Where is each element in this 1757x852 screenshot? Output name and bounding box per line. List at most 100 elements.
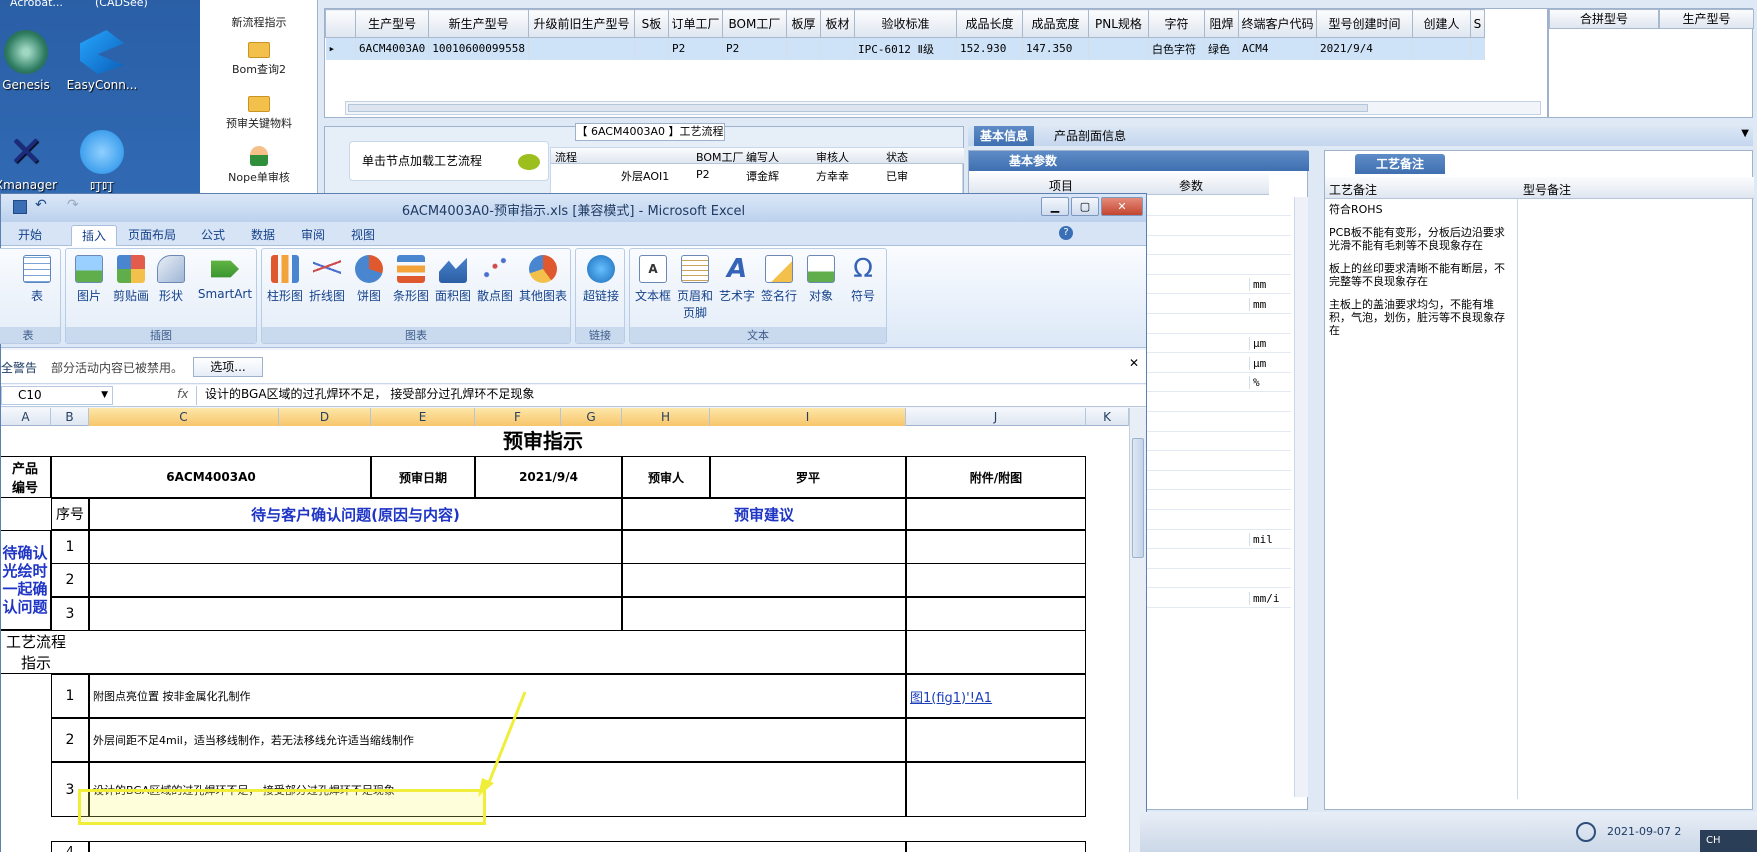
column-header[interactable]: 创建人 <box>1411 9 1471 38</box>
column-header[interactable]: BOM工厂 <box>721 9 787 38</box>
column-header[interactable]: 合拼型号 <box>1549 9 1659 29</box>
column-header[interactable]: 升级前旧生产型号 <box>527 9 635 38</box>
column-header[interactable]: 审核人 <box>816 149 849 165</box>
tab-3[interactable]: 公式 <box>191 225 235 246</box>
vertical-scrollbar[interactable] <box>1129 408 1146 852</box>
table-cell[interactable] <box>820 37 855 60</box>
column-header-d[interactable]: D <box>279 408 371 426</box>
launcher-item-nope-review[interactable]: Nope单审核 <box>200 146 318 185</box>
table-cell[interactable] <box>634 37 669 60</box>
column-header-j[interactable]: J <box>906 408 1086 426</box>
pending-confirm-label[interactable]: 待确认 光绘时 一起确 认问题 <box>1 530 51 630</box>
process-instructions-label[interactable]: 工艺流程 指示 <box>1 630 906 674</box>
line-chart-button[interactable]: 折线图 <box>306 253 348 304</box>
column-header[interactable]: 生产型号 <box>1659 9 1754 29</box>
row-number[interactable]: 4 <box>51 841 89 852</box>
column-header[interactable]: 板材 <box>819 9 855 38</box>
question-cell[interactable] <box>89 530 622 564</box>
help-icon[interactable]: ? <box>1059 226 1073 240</box>
attachment-cell[interactable] <box>906 563 1086 598</box>
instruction-cell[interactable]: 附图点亮位置 按非金属化孔制作 <box>89 674 906 718</box>
table-cell[interactable] <box>786 37 821 60</box>
formula-input[interactable]: 设计的BGA区域的过孔焊环不足， 接受部分过孔焊环不足现象 <box>196 386 1126 405</box>
column-header-h[interactable]: H <box>622 408 710 426</box>
tab-4[interactable]: 数据 <box>241 225 285 246</box>
table-cell[interactable]: 白色字符 <box>1148 37 1205 60</box>
table-cell[interactable]: 方幸幸 <box>816 168 849 184</box>
attachment-cell[interactable] <box>906 596 1086 631</box>
table-cell[interactable]: 2021/9/4 <box>1316 37 1413 60</box>
minimize-button[interactable]: ▁ <box>1041 197 1069 216</box>
product-code-label[interactable]: 产品 编号 <box>1 456 51 498</box>
column-header[interactable]: 生产型号 <box>354 9 430 38</box>
questions-header[interactable]: 待与客户确认问题(原因与内容) <box>89 498 622 530</box>
load-process-button[interactable]: 单击节点加载工艺流程 <box>349 141 549 181</box>
question-cell[interactable] <box>89 596 622 631</box>
column-header[interactable]: 阻焊 <box>1203 9 1239 38</box>
genesis-desktop-icon[interactable]: Genesis <box>0 30 66 92</box>
table-cell[interactable] <box>1470 37 1485 60</box>
column-header-a[interactable]: A <box>1 408 51 426</box>
column-header[interactable]: 订单工厂 <box>667 9 723 38</box>
tab-basic-info[interactable]: 基本信息 <box>974 126 1034 146</box>
table-cell[interactable]: 6ACM4003A0 <box>355 37 430 60</box>
column-header[interactable]: BOM工厂 <box>696 149 744 165</box>
chevron-down-icon[interactable]: ▼ <box>1741 128 1749 139</box>
table-cell[interactable]: 147.350 <box>1022 37 1089 60</box>
launcher-item-new-process[interactable]: 新流程指示 <box>200 14 318 30</box>
table-cell[interactable] <box>1412 37 1471 60</box>
row-number[interactable]: 1 <box>51 530 89 564</box>
row-number[interactable]: 1 <box>51 674 89 718</box>
launcher-item-key-materials[interactable]: 预审关键物料 <box>200 96 318 131</box>
scatter-chart-button[interactable]: 散点图 <box>474 253 516 304</box>
column-header[interactable]: S <box>1469 9 1485 38</box>
row-number[interactable]: 3 <box>51 596 89 631</box>
advice-header[interactable]: 预审建议 <box>622 498 906 530</box>
table-cell[interactable]: IPC-6012 Ⅱ级 <box>854 37 957 60</box>
wordart-button[interactable]: A 艺术字 <box>716 253 758 304</box>
table-row[interactable]: ▸ 6ACM4003A0 10010600099558 P2 P2 IPC-6012 Ⅱ级… <box>325 37 1485 60</box>
column-header[interactable]: 字符 <box>1147 9 1205 38</box>
table-cell[interactable]: 已审 <box>886 168 908 184</box>
column-header-b[interactable]: B <box>51 408 89 426</box>
column-header[interactable]: 成品宽度 <box>1021 9 1089 38</box>
vertical-scrollbar[interactable] <box>1294 197 1308 797</box>
table-cell[interactable]: 10010600099558 <box>428 37 529 60</box>
table-cell[interactable]: ACM4 <box>1238 37 1317 60</box>
signature-line-button[interactable]: 签名行 <box>758 253 800 304</box>
input-method-indicator[interactable]: CH <box>1706 835 1721 846</box>
column-header-f[interactable]: F <box>475 408 561 426</box>
question-cell[interactable] <box>89 563 622 598</box>
attachment-cell[interactable] <box>906 498 1086 530</box>
column-header-e[interactable]: E <box>371 408 475 426</box>
figure-link[interactable] <box>906 762 1086 817</box>
smartart-button[interactable]: SmartArt <box>196 253 254 301</box>
column-header[interactable]: 状态 <box>886 149 908 165</box>
symbol-button[interactable]: Ω 符号 <box>842 253 884 304</box>
tab-6[interactable]: 视图 <box>341 225 385 246</box>
picture-button[interactable]: 图片 <box>68 253 110 304</box>
process-row[interactable]: 外层AOI1 P2 谭金辉 方幸幸 已审 <box>551 166 964 184</box>
tab-2[interactable]: 页面布局 <box>121 225 183 246</box>
column-header[interactable]: 型号创建时间 <box>1315 9 1413 38</box>
reviewer-label[interactable]: 预审人 <box>622 456 710 498</box>
xmanager-desktop-icon[interactable]: ✕ Xmanager <box>0 130 66 193</box>
scroll-thumb[interactable] <box>348 104 1368 112</box>
figure-link[interactable] <box>906 718 1086 762</box>
tab-5[interactable]: 审阅 <box>291 225 335 246</box>
column-chart-button[interactable]: 柱形图 <box>264 253 306 304</box>
scroll-thumb[interactable] <box>1132 438 1144 558</box>
pie-chart-button[interactable]: 饼图 <box>348 253 390 304</box>
row-number[interactable]: 2 <box>51 718 89 762</box>
column-header[interactable]: 成品长度 <box>955 9 1023 38</box>
attachment-cell[interactable] <box>906 530 1086 564</box>
close-icon[interactable]: ✕ <box>1129 356 1139 370</box>
column-header[interactable]: 编写人 <box>746 149 779 165</box>
advice-cell[interactable] <box>622 530 906 564</box>
advice-cell[interactable] <box>622 596 906 631</box>
name-box[interactable]: C10 ▼ <box>1 386 113 405</box>
area-chart-button[interactable]: 面积图 <box>432 253 474 304</box>
table-cell[interactable]: P2 <box>696 168 710 181</box>
object-button[interactable]: 对象 <box>800 253 842 304</box>
chevron-down-icon[interactable]: ▼ <box>101 387 108 404</box>
